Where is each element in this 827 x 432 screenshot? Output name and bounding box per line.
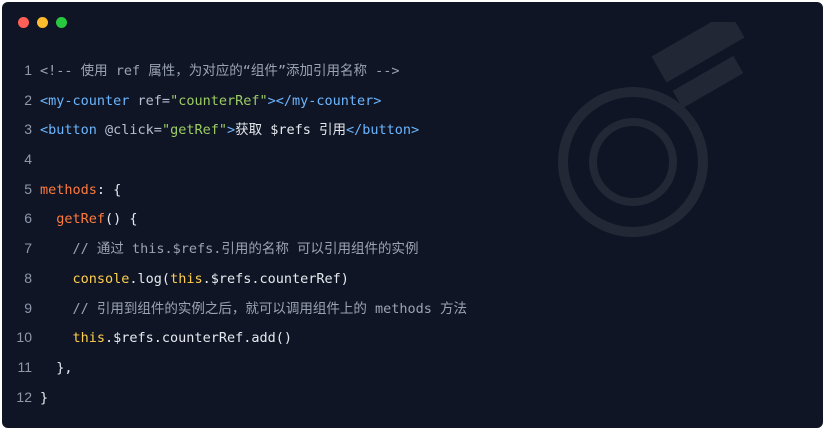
code-token: .$refs.counterRef) bbox=[202, 270, 349, 287]
code-line: 12} bbox=[2, 383, 823, 413]
code-line: 9 // 引用到组件的实例之后，就可以调用组件上的 methods 方法 bbox=[2, 294, 823, 324]
code-token: this bbox=[170, 270, 203, 287]
code-token: "counterRef" bbox=[170, 92, 268, 109]
line-number: 5 bbox=[24, 180, 32, 197]
code-token: <button bbox=[40, 122, 106, 139]
code-token: getRef bbox=[56, 211, 106, 228]
code-line: 11 }, bbox=[2, 353, 823, 383]
code-token: methods bbox=[40, 181, 97, 198]
line-number: 2 bbox=[24, 91, 32, 108]
code-text: <my-counter ref="counterRef"></my-counte… bbox=[40, 93, 381, 109]
code-text: }, bbox=[40, 359, 73, 376]
code-text: methods: { bbox=[40, 182, 121, 198]
code-text: // 通过 this.$refs.引用的名称 可以引用组件的实例 bbox=[40, 241, 419, 257]
code-line: 6 getRef() { bbox=[2, 204, 823, 234]
code-token: </button> bbox=[346, 122, 420, 139]
code-token: ref= bbox=[137, 92, 171, 109]
code-token: .$refs.counterRef.add() bbox=[105, 330, 292, 347]
minimize-dot-icon[interactable] bbox=[37, 17, 48, 28]
code-token: "getRef" bbox=[161, 122, 227, 139]
maximize-dot-icon[interactable] bbox=[56, 17, 67, 28]
code-line: 4 bbox=[2, 145, 823, 175]
code-token: : { bbox=[96, 181, 122, 198]
line-number: 9 bbox=[24, 299, 32, 316]
code-token: () { bbox=[105, 211, 138, 228]
code-token: // 通过 this.$refs.引用的名称 可以引用组件的实例 bbox=[40, 241, 419, 258]
line-number: 8 bbox=[24, 269, 32, 286]
code-line: 2 <my-counter ref="counterRef"></my-count… bbox=[2, 86, 823, 116]
code-token: // 引用到组件的实例之后，就可以调用组件上的 methods 方法 bbox=[40, 300, 468, 317]
code-block: 1 <!-- 使用 ref 属性，为对应的“组件”添加引用名称 --> 2 <my-c… bbox=[2, 56, 823, 412]
window-titlebar bbox=[2, 2, 823, 42]
code-token: 获取 $refs 引用 bbox=[235, 122, 347, 139]
code-token: }, bbox=[40, 359, 73, 376]
line-number: 10 bbox=[16, 329, 32, 346]
code-line: 5 methods: { bbox=[2, 175, 823, 205]
code-token: } bbox=[40, 389, 49, 406]
code-line: 3 <button @click="getRef">获取 $refs 引用</bu… bbox=[2, 115, 823, 145]
code-token: <my-counter bbox=[40, 92, 138, 109]
line-number: 3 bbox=[24, 121, 32, 138]
line-number: 11 bbox=[17, 358, 32, 375]
code-token: @click= bbox=[105, 122, 162, 139]
line-number: 6 bbox=[24, 210, 32, 227]
code-token: <!-- 使用 ref 属性，为对应的“组件”添加引用名称 --> bbox=[40, 63, 400, 79]
line-number: 1 bbox=[24, 62, 32, 78]
code-token: .log( bbox=[129, 270, 171, 287]
code-token: console bbox=[72, 270, 130, 287]
code-token: ></my-counter> bbox=[267, 92, 382, 109]
code-text: this.$refs.counterRef.add() bbox=[40, 330, 292, 346]
code-text: <button @click="getRef">获取 $refs 引用</but… bbox=[40, 122, 419, 138]
code-token: > bbox=[226, 122, 236, 139]
code-line: 8 console.log(this.$refs.counterRef) bbox=[2, 264, 823, 294]
line-number: 4 bbox=[24, 151, 32, 168]
code-line: 1 <!-- 使用 ref 属性，为对应的“组件”添加引用名称 --> bbox=[2, 56, 823, 86]
code-token: this bbox=[72, 330, 106, 347]
line-number: 7 bbox=[24, 240, 32, 257]
code-line: 7 // 通过 this.$refs.引用的名称 可以引用组件的实例 bbox=[2, 234, 823, 264]
line-number: 12 bbox=[16, 388, 32, 405]
code-text: } bbox=[40, 390, 48, 406]
code-text: // 引用到组件的实例之后，就可以调用组件上的 methods 方法 bbox=[40, 300, 468, 317]
close-dot-icon[interactable] bbox=[18, 17, 29, 28]
code-line: 10 this.$refs.counterRef.add() bbox=[2, 323, 823, 353]
code-text: <!-- 使用 ref 属性，为对应的“组件”添加引用名称 --> bbox=[40, 63, 400, 79]
code-text: getRef() { bbox=[40, 211, 138, 228]
code-text: console.log(this.$refs.counterRef) bbox=[40, 271, 349, 287]
code-window: 1 <!-- 使用 ref 属性，为对应的“组件”添加引用名称 --> 2 <my-c… bbox=[2, 2, 823, 428]
